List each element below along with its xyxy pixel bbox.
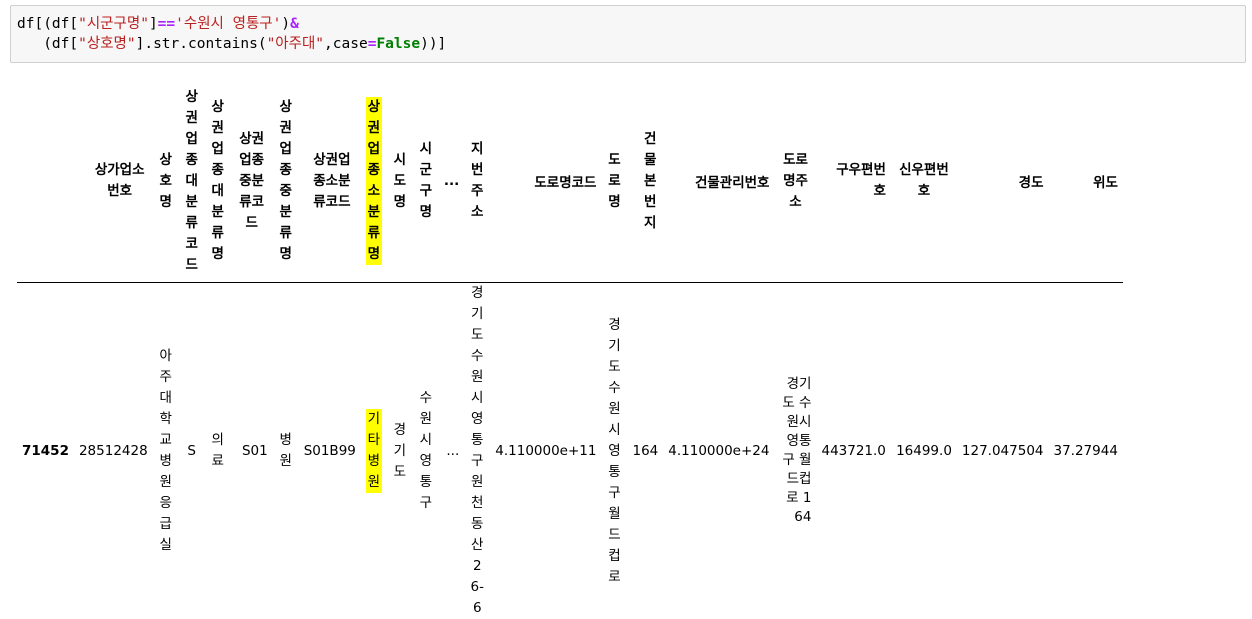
- code-indent: [17, 36, 43, 52]
- column-header: 상가업소번호: [74, 80, 153, 283]
- column-header: 시도명: [387, 80, 413, 283]
- column-header-highlighted: 상권업종소분류명: [361, 80, 387, 283]
- code-operator: ==: [158, 16, 175, 32]
- code-string: '수원시 영통구': [175, 16, 281, 32]
- column-header: 상권업종중분류코드: [231, 80, 273, 283]
- column-header: 구우편번호: [816, 80, 890, 283]
- column-header-ellipsis: ...: [439, 80, 464, 283]
- table-cell: 경기도: [387, 283, 413, 619]
- table-cell: 164: [627, 283, 663, 619]
- code-token: df[(df[: [17, 16, 78, 32]
- table-cell-highlighted: 기타병원: [361, 283, 387, 619]
- column-header: 도로명: [601, 80, 627, 283]
- column-header: 상호명: [153, 80, 179, 283]
- column-header: 경도: [957, 80, 1049, 283]
- column-header: 도로명주소: [774, 80, 816, 283]
- code-token: ].str.contains(: [136, 36, 267, 52]
- column-header: 도로명코드: [490, 80, 601, 283]
- index-header: [17, 80, 74, 283]
- column-header: 상권업종중분류명: [273, 80, 299, 283]
- code-token: (df[: [43, 36, 78, 52]
- table-cell-ellipsis: ...: [439, 283, 464, 619]
- table-cell: 병원: [273, 283, 299, 619]
- table-cell: 4.110000e+24: [663, 283, 774, 619]
- table-row: 71452 28512428 아주대학교병원응급실 S 의료 S01 병원 S0…: [17, 283, 1123, 619]
- table-cell: 아주대학교병원응급실: [153, 283, 179, 619]
- column-header: 지번주소: [464, 80, 490, 283]
- code-cell[interactable]: df[(df["시군구명"]=='수원시 영통구')& (df["상호명"].s…: [10, 5, 1246, 63]
- table-cell: 443721.0: [816, 283, 890, 619]
- table-cell: 경기도 수원시 영통구 월드컵로 164: [774, 283, 816, 619]
- row-index: 71452: [17, 283, 74, 619]
- table-cell: 수원시영통구: [413, 283, 439, 619]
- table-cell: 경기도수원시영통구원천동산26-6: [464, 283, 490, 619]
- table-cell: S: [179, 283, 205, 619]
- code-token: ): [281, 16, 290, 32]
- column-header: 신우편번호: [891, 80, 957, 283]
- header-row: 상가업소번호 상호명 상권업종대분류코드 상권업종대분류명 상권업종중분류코드 …: [17, 80, 1123, 283]
- column-header: 상권업종소분류코드: [299, 80, 361, 283]
- column-header: 시군구명: [413, 80, 439, 283]
- code-string: "시군구명": [78, 16, 149, 32]
- column-header: 상권업종대분류명: [205, 80, 231, 283]
- table-cell: 127.047504: [957, 283, 1049, 619]
- column-header: 건물본번지: [627, 80, 663, 283]
- code-text[interactable]: df[(df["시군구명"]=='수원시 영통구')& (df["상호명"].s…: [17, 14, 446, 54]
- table-cell: 의료: [205, 283, 231, 619]
- column-header: 위도: [1049, 80, 1123, 283]
- code-token: ,case: [324, 36, 368, 52]
- table-cell: S01: [231, 283, 273, 619]
- dataframe-table: 상가업소번호 상호명 상권업종대분류코드 상권업종대분류명 상권업종중분류코드 …: [17, 80, 1123, 619]
- code-token: ))]: [420, 36, 446, 52]
- table-cell: 37.27944: [1049, 283, 1123, 619]
- code-string: "상호명": [78, 36, 135, 52]
- code-keyword: False: [376, 36, 420, 52]
- column-header: 상권업종대분류코드: [179, 80, 205, 283]
- code-token: ]: [149, 16, 158, 32]
- code-string: "아주대": [267, 36, 324, 52]
- column-header: 건물관리번호: [663, 80, 774, 283]
- table-cell: S01B99: [299, 283, 361, 619]
- table-cell: 4.110000e+11: [490, 283, 601, 619]
- table-cell: 28512428: [74, 283, 153, 619]
- table-cell: 16499.0: [891, 283, 957, 619]
- code-operator: &: [290, 16, 299, 32]
- table-cell: 경기도수원시영통구월드컵로: [601, 283, 627, 619]
